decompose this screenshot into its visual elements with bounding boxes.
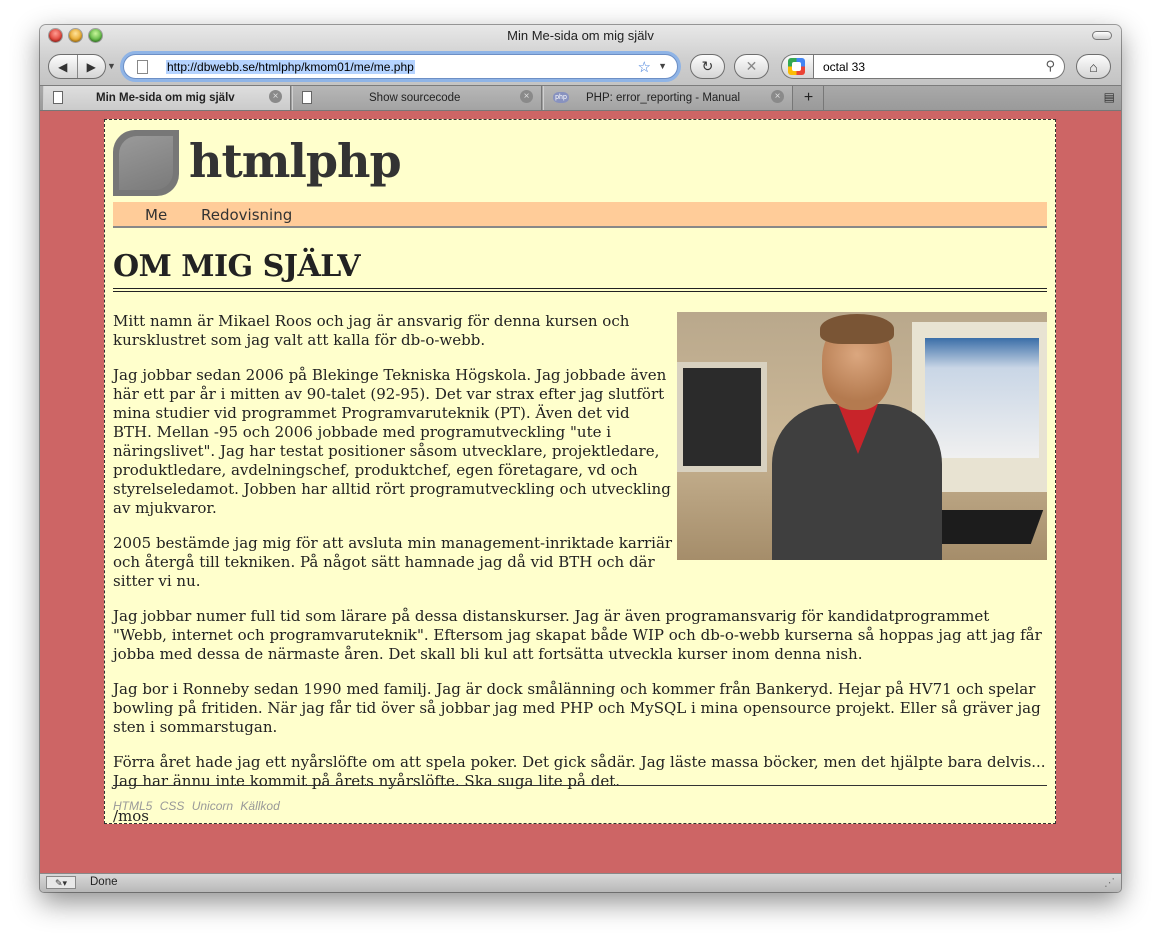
status-text: Done [90, 876, 118, 888]
page-icon [137, 60, 148, 74]
title-bar: Min Me-sida om mig själv ◀ ▶ ▼ http://db… [40, 25, 1121, 111]
tab-close-icon[interactable]: × [269, 90, 282, 103]
tab-bar: Min Me-sida om mig själv × Show sourceco… [40, 85, 1121, 110]
heading-divider [113, 288, 1047, 292]
bookmark-star-icon[interactable]: ☆ [638, 58, 651, 76]
footer-divider [113, 785, 1047, 786]
tab-show-sourcecode[interactable]: Show sourcecode × [292, 86, 542, 110]
page-favicon-icon [302, 91, 312, 104]
footer-link-html5[interactable]: HTML5 [113, 799, 152, 813]
google-icon [788, 58, 805, 75]
url-input[interactable]: http://dbwebb.se/htmlphp/kmom01/me/me.ph… [166, 60, 415, 74]
tab-close-icon[interactable]: × [771, 90, 784, 103]
page-container: htmlphp Me Redovisning OM MIG SJÄLV Mitt… [104, 119, 1056, 825]
search-engine-selector[interactable] [781, 54, 815, 79]
tab-label: PHP: error_reporting - Manual [586, 92, 741, 104]
site-title: htmlphp [189, 134, 402, 188]
browser-window: Min Me-sida om mig själv ◀ ▶ ▼ http://db… [40, 25, 1121, 892]
footer-link-kallkod[interactable]: Källkod [240, 799, 279, 813]
magnifier-icon[interactable]: ⚲ [1045, 58, 1055, 74]
history-dropdown-icon[interactable]: ▼ [107, 61, 116, 71]
php-favicon-icon: php [553, 92, 569, 103]
reload-button[interactable]: ↻ [690, 54, 725, 79]
nav-link-redovisning[interactable]: Redovisning [201, 206, 292, 224]
nav-link-me[interactable]: Me [145, 206, 167, 224]
footer-link-unicorn[interactable]: Unicorn [192, 799, 233, 813]
article-content: Mitt namn är Mikael Roos och jag är ansv… [113, 312, 1047, 842]
tab-php-manual[interactable]: php PHP: error_reporting - Manual × [543, 86, 793, 110]
page-favicon-icon [53, 91, 63, 104]
paragraph: Jag jobbar numer full tid som lärare på … [113, 607, 1042, 663]
search-box[interactable]: octal 33 ⚲ [813, 54, 1065, 79]
search-input[interactable]: octal 33 [823, 60, 865, 74]
back-arrow-icon[interactable]: ◀ [49, 55, 78, 78]
new-tab-button[interactable]: + [794, 86, 824, 110]
forward-arrow-icon[interactable]: ▶ [78, 55, 106, 78]
home-icon: ⌂ [1089, 58, 1098, 75]
url-dropdown-icon[interactable]: ▼ [658, 61, 667, 71]
reload-icon: ↻ [701, 58, 714, 74]
page-footer: HTML5 CSS Unicorn Källkod [113, 799, 284, 813]
home-button[interactable]: ⌂ [1076, 54, 1111, 79]
site-navbar: Me Redovisning [113, 202, 1047, 228]
status-bar: ✎▾ Done ⋰ [40, 873, 1121, 892]
footer-link-css[interactable]: CSS [160, 799, 185, 813]
tab-close-icon[interactable]: × [520, 90, 533, 103]
toolbar-toggle-button[interactable] [1092, 31, 1112, 40]
address-bar[interactable]: http://dbwebb.se/htmlphp/kmom01/me/me.ph… [123, 54, 678, 79]
back-forward-group: ◀ ▶ [48, 54, 106, 79]
window-title: Min Me-sida om mig själv [507, 28, 654, 43]
stop-icon: ✕ [745, 58, 758, 74]
page-heading: OM MIG SJÄLV [113, 249, 361, 284]
page-viewport: htmlphp Me Redovisning OM MIG SJÄLV Mitt… [40, 111, 1121, 873]
tab-me[interactable]: Min Me-sida om mig själv × [43, 86, 291, 110]
paragraph: Jag bor i Ronneby sedan 1990 med familj.… [113, 680, 1041, 736]
resize-grip-icon[interactable]: ⋰ [1104, 876, 1115, 889]
tab-list-icon[interactable]: ▤ [1104, 90, 1115, 104]
stop-button[interactable]: ✕ [734, 54, 769, 79]
status-tools-icon[interactable]: ✎▾ [46, 876, 76, 889]
tab-label: Min Me-sida om mig själv [96, 92, 235, 104]
author-photo [677, 312, 1047, 560]
tab-label: Show sourcecode [369, 92, 461, 104]
site-logo [113, 130, 179, 196]
